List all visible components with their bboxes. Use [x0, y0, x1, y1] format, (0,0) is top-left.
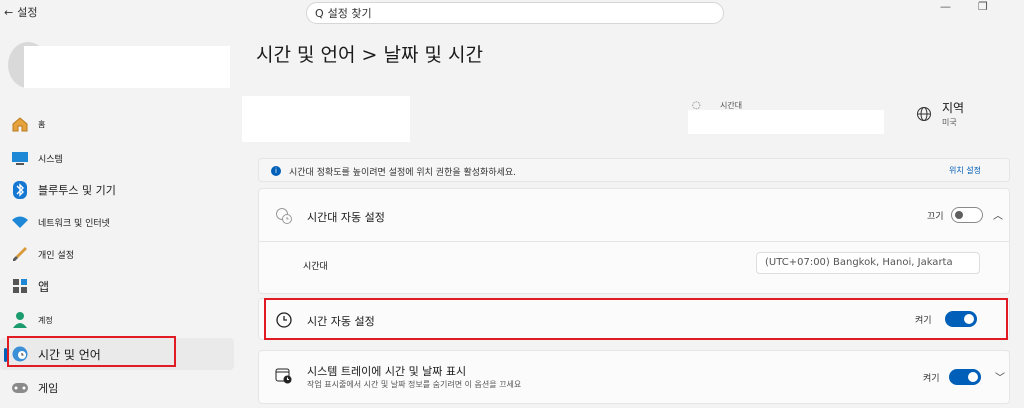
location-settings-link[interactable]: 위치 설정	[949, 165, 981, 176]
region-title: 지역	[942, 101, 965, 115]
region-value: 미국	[942, 118, 957, 127]
location-info-bar: i 시간대 정확도를 높이려면 설정에 위치 권한을 활성화하세요. 위치 설정	[258, 158, 1010, 182]
sidebar-item-label: 블루투스 및 기기	[38, 184, 116, 197]
minimize-icon[interactable]: —	[940, 0, 951, 13]
tray-label: 시스템 트레이에 시간 및 날짜 표시	[307, 365, 467, 378]
highlight-box-sidebar	[7, 336, 176, 367]
restore-icon[interactable]: ❐	[978, 0, 988, 13]
globe-clock-outline-icon	[275, 207, 293, 229]
highlight-box-auto-time	[264, 298, 1008, 340]
bluetooth-icon	[10, 180, 30, 200]
info-text: 시간대 정확도를 높이려면 설정에 위치 권한을 활성화하세요.	[289, 168, 517, 178]
globe-icon	[916, 106, 932, 126]
sidebar-item-label: 네트워크 및 인터넷	[38, 218, 110, 229]
titlebar: ← 설정 Q 설정 찾기 — ❐	[0, 0, 1024, 26]
auto-timezone-label: 시간대 자동 설정	[307, 211, 385, 224]
sidebar-item-label: 앱	[38, 279, 50, 294]
sidebar-item-apps[interactable]: 앱	[0, 270, 234, 302]
person-icon	[10, 310, 30, 330]
search-icon: Q	[315, 6, 324, 20]
info-icon: i	[271, 166, 281, 176]
sidebar-item-gaming[interactable]: 게임	[0, 372, 234, 404]
current-time-redacted	[242, 96, 410, 142]
sidebar-item-label: 게임	[38, 382, 59, 395]
sidebar-item-label: 계정	[38, 315, 53, 325]
divider	[259, 241, 1009, 242]
sidebar-item-accounts[interactable]: 계정	[0, 304, 234, 336]
sidebar-item-label: 홈	[38, 119, 46, 129]
timezone-select[interactable]: (UTC+07:00) Bangkok, Hanoi, Jakarta	[756, 252, 980, 274]
brush-icon	[10, 244, 30, 264]
timezone-info-redacted	[688, 110, 884, 134]
tray-datetime-card: 시스템 트레이에 시간 및 날짜 표시 작업 표시줄에서 시간 및 날짜 정보를…	[258, 350, 1010, 404]
wifi-icon	[10, 212, 30, 232]
auto-timezone-state: 끄기	[927, 212, 944, 222]
apps-icon	[10, 276, 30, 296]
page-title: 시간 및 언어 > 날짜 및 시간	[256, 44, 483, 66]
sidebar-item-system[interactable]: 시스템	[0, 142, 234, 174]
search-placeholder: 설정 찾기	[327, 7, 372, 20]
tray-toggle[interactable]	[949, 369, 981, 385]
account-info-redacted	[24, 46, 230, 88]
sidebar-item-label: 개인 설정	[38, 250, 74, 261]
back-button[interactable]: ← 설정	[4, 4, 37, 20]
chevron-down-icon[interactable]: ﹀	[995, 369, 1005, 384]
home-icon	[10, 114, 30, 134]
chevron-up-icon[interactable]: ︿	[993, 207, 1003, 222]
sidebar-item-bluetooth[interactable]: 블루투스 및 기기	[0, 174, 234, 206]
back-arrow-icon: ←	[4, 5, 14, 19]
sidebar-item-personalization[interactable]: 개인 설정	[0, 238, 234, 270]
calendar-clock-icon	[275, 367, 293, 389]
back-label: 설정	[17, 6, 38, 19]
tray-sub: 작업 표시줄에서 시간 및 날짜 정보를 숨기려면 이 옵션을 끄세요	[307, 380, 522, 389]
auto-timezone-toggle[interactable]	[951, 207, 983, 223]
tray-state: 켜기	[923, 374, 940, 384]
sidebar-item-home[interactable]: 홈	[0, 108, 234, 140]
timezone-row-label: 시간대	[303, 262, 328, 272]
monitor-icon	[10, 148, 30, 168]
gamepad-icon	[10, 378, 30, 398]
search-input[interactable]: Q 설정 찾기	[306, 2, 724, 24]
sidebar-item-network[interactable]: 네트워크 및 인터넷	[0, 206, 234, 238]
auto-timezone-card: 시간대 자동 설정 끄기 ︿ 시간대	[258, 188, 1010, 294]
sidebar-item-label: 시스템	[38, 154, 63, 165]
